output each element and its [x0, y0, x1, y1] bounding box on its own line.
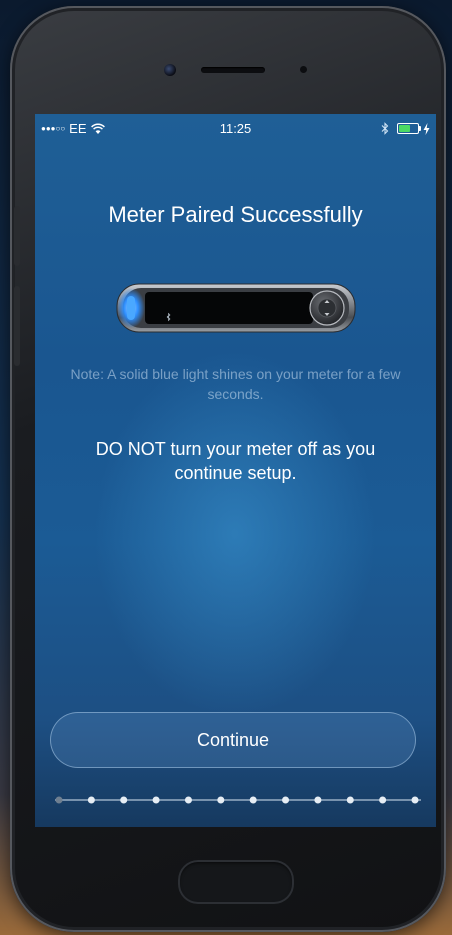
battery-fill — [399, 125, 410, 132]
front-camera-icon — [164, 64, 176, 76]
note-text: Note: A solid blue light shines on your … — [70, 366, 401, 402]
bluetooth-icon — [381, 122, 389, 135]
progress-step — [314, 796, 322, 804]
volume-up-button — [14, 206, 20, 266]
progress-step — [346, 796, 354, 804]
battery-icon — [397, 123, 421, 134]
proximity-sensor — [300, 66, 307, 73]
progress-step — [120, 796, 128, 804]
progress-step — [152, 796, 160, 804]
progress-step — [87, 796, 95, 804]
progress-step — [282, 796, 290, 804]
progress-step — [184, 796, 192, 804]
step-progress-indicator — [55, 796, 421, 804]
page-title: Meter Paired Successfully — [108, 202, 363, 227]
progress-step — [217, 796, 225, 804]
glucose-meter-image — [116, 283, 356, 333]
home-button[interactable] — [178, 860, 294, 904]
continue-button[interactable]: Continue — [50, 712, 416, 768]
progress-step — [411, 796, 419, 804]
status-time: 11:25 — [219, 121, 252, 136]
warning-text: DO NOT turn your meter off as you contin… — [95, 439, 376, 483]
progress-step — [379, 796, 387, 804]
status-bar: ●●●○○ EE 11:25 — [35, 114, 436, 144]
progress-step — [249, 796, 257, 804]
progress-step-current — [55, 796, 63, 804]
charging-icon — [423, 122, 430, 135]
volume-down-button — [14, 286, 20, 366]
earpiece-speaker — [201, 67, 265, 73]
app-screen: ●●●○○ EE 11:25 Meter Paired Successfully — [35, 114, 436, 827]
